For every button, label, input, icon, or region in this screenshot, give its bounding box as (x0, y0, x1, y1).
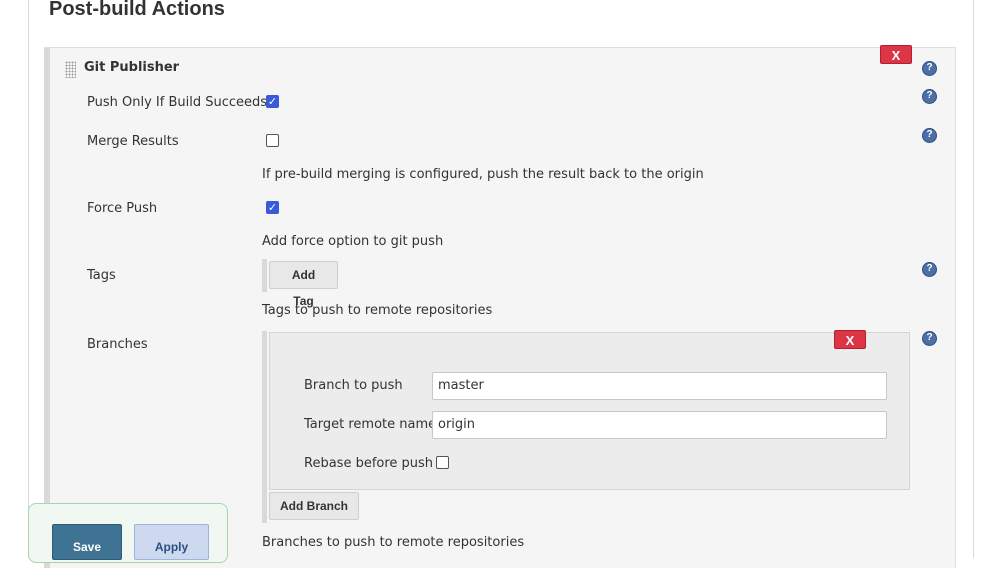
force-push-checkbox[interactable]: ✓ (266, 201, 279, 214)
branches-description: Branches to push to remote repositories (262, 535, 525, 550)
publisher-help-icon[interactable]: ? (922, 61, 937, 76)
add-tag-button[interactable]: Add Tag (269, 261, 338, 308)
merge-results-label: Merge Results (87, 134, 179, 149)
section-title: Post-build Actions (49, 0, 225, 20)
merge-results-description: If pre-build merging is configured, push… (262, 167, 704, 182)
tags-help-icon[interactable]: ? (922, 262, 937, 277)
publisher-title: Git Publisher (84, 60, 180, 75)
delete-publisher-button[interactable]: X (880, 45, 912, 64)
force-push-description: Add force option to git push (262, 234, 444, 249)
branches-help-icon[interactable]: ? (922, 331, 937, 346)
push-only-help-icon[interactable]: ? (922, 89, 937, 104)
delete-branch-button[interactable]: X (834, 330, 866, 349)
branch-to-push-label: Branch to push (304, 378, 403, 393)
save-button[interactable]: Save (52, 524, 122, 560)
force-push-label: Force Push (87, 201, 158, 216)
add-branch-button[interactable]: Add Branch (269, 492, 359, 520)
apply-button[interactable]: Apply (134, 524, 209, 560)
target-remote-input[interactable]: origin (432, 411, 887, 439)
rebase-checkbox[interactable] (436, 456, 449, 469)
merge-results-help-icon[interactable]: ? (922, 128, 937, 143)
branches-label: Branches (87, 337, 148, 352)
tags-description: Tags to push to remote repositories (262, 303, 493, 318)
merge-results-checkbox[interactable] (266, 134, 279, 147)
push-only-label: Push Only If Build Succeeds (87, 95, 268, 110)
branch-to-push-input[interactable]: master (432, 372, 887, 400)
drag-handle-icon[interactable] (65, 61, 76, 78)
push-only-checkbox[interactable]: ✓ (266, 95, 279, 108)
tags-label: Tags (87, 268, 116, 283)
target-remote-label: Target remote name (304, 417, 437, 432)
rebase-label: Rebase before push (304, 456, 434, 471)
